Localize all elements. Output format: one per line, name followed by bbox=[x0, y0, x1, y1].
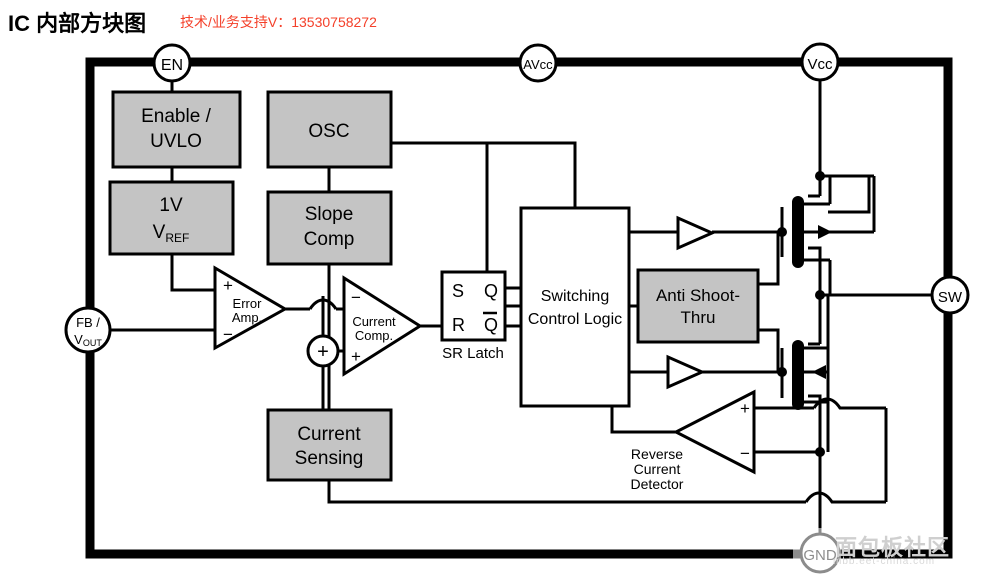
watermark-logo bbox=[793, 528, 841, 576]
block-slope-comp-line1: Slope bbox=[305, 204, 354, 225]
reverse-current-detector-minus-sign: − bbox=[740, 444, 750, 463]
buffer-high-side-gate-driver bbox=[676, 215, 716, 251]
block-osc-label: OSC bbox=[308, 121, 349, 142]
block-slope-comp: Slope Comp bbox=[266, 190, 393, 266]
reverse-current-detector-line2: Current bbox=[634, 461, 681, 477]
pin-en[interactable]: EN bbox=[152, 43, 192, 83]
pin-sw-label: SW bbox=[938, 289, 963, 306]
pin-sw[interactable]: SW bbox=[930, 275, 970, 315]
sr-latch-pin-q: Q bbox=[484, 281, 498, 301]
error-amp-minus-sign: − bbox=[223, 325, 233, 344]
pin-en-label: EN bbox=[161, 57, 183, 74]
summing-junction: + bbox=[306, 334, 340, 368]
sr-latch-pin-s: S bbox=[452, 281, 464, 301]
block-enable-uvlo: Enable / UVLO bbox=[111, 90, 242, 169]
block-current-sensing-line1: Current bbox=[297, 424, 361, 445]
block-anti-shoot-thru-line1: Anti Shoot- bbox=[656, 286, 740, 305]
block-current-sensing-line2: Sensing bbox=[295, 448, 364, 469]
block-enable-uvlo-line1: Enable / bbox=[141, 106, 211, 127]
high-side-mosfet bbox=[770, 174, 876, 295]
block-osc: OSC bbox=[266, 90, 393, 169]
pin-vcc[interactable]: Vcc bbox=[800, 42, 840, 82]
block-diagram-canvas: Enable / UVLO 1V VREF OSC Slope Comp Cur… bbox=[0, 0, 984, 584]
block-current-sensing: Current Sensing bbox=[266, 408, 393, 482]
amp-current-comp: − + Current Comp. bbox=[342, 275, 423, 377]
current-comp-line2: Comp. bbox=[355, 328, 393, 343]
amp-reverse-current-detector: + − Reverse Current Detector bbox=[631, 389, 756, 492]
error-amp-line2: Amp. bbox=[232, 310, 262, 325]
pin-vcc-label: Vcc bbox=[807, 56, 833, 73]
block-slope-comp-line2: Comp bbox=[304, 229, 355, 250]
block-vref-line1: 1V bbox=[159, 195, 183, 216]
amp-error-amp: + − Error Amp. bbox=[213, 265, 289, 351]
block-anti-shoot-thru: Anti Shoot- Thru bbox=[636, 268, 760, 344]
reverse-current-detector-line1: Reverse bbox=[631, 446, 683, 462]
block-switching-logic-line1: Switching bbox=[541, 288, 609, 305]
current-comp-plus-sign: + bbox=[351, 347, 361, 366]
pin-fb-label-top: FB / bbox=[76, 315, 100, 330]
error-amp-line1: Error bbox=[233, 296, 263, 311]
pin-fb-vout[interactable]: FB / VOUT bbox=[64, 306, 112, 354]
current-comp-minus-sign: − bbox=[351, 288, 361, 307]
watermark-url: mbb.eet-china.com bbox=[833, 556, 936, 567]
sr-latch-pin-qbar: Q bbox=[484, 315, 498, 335]
error-amp-plus-sign: + bbox=[223, 276, 233, 295]
reverse-current-detector-plus-sign: + bbox=[740, 399, 750, 418]
pin-avcc-label: AVcc bbox=[523, 57, 553, 72]
block-enable-uvlo-line2: UVLO bbox=[150, 131, 202, 152]
summing-junction-plus: + bbox=[317, 341, 329, 363]
buffer-low-side-gate-driver bbox=[666, 354, 706, 390]
sr-latch-pin-r: R bbox=[452, 315, 465, 335]
pin-avcc[interactable]: AVcc bbox=[518, 43, 558, 83]
sr-latch-caption: SR Latch bbox=[442, 345, 504, 362]
block-switching-logic-line2: Control Logic bbox=[528, 311, 622, 328]
block-vref: 1V VREF bbox=[108, 180, 235, 256]
reverse-current-detector-line3: Detector bbox=[631, 476, 684, 492]
block-switching-control-logic: Switching Control Logic bbox=[519, 206, 631, 408]
block-sr-latch: S Q R Q SR Latch bbox=[440, 270, 507, 362]
block-anti-shoot-thru-line2: Thru bbox=[681, 308, 716, 327]
current-comp-line1: Current bbox=[352, 314, 396, 329]
